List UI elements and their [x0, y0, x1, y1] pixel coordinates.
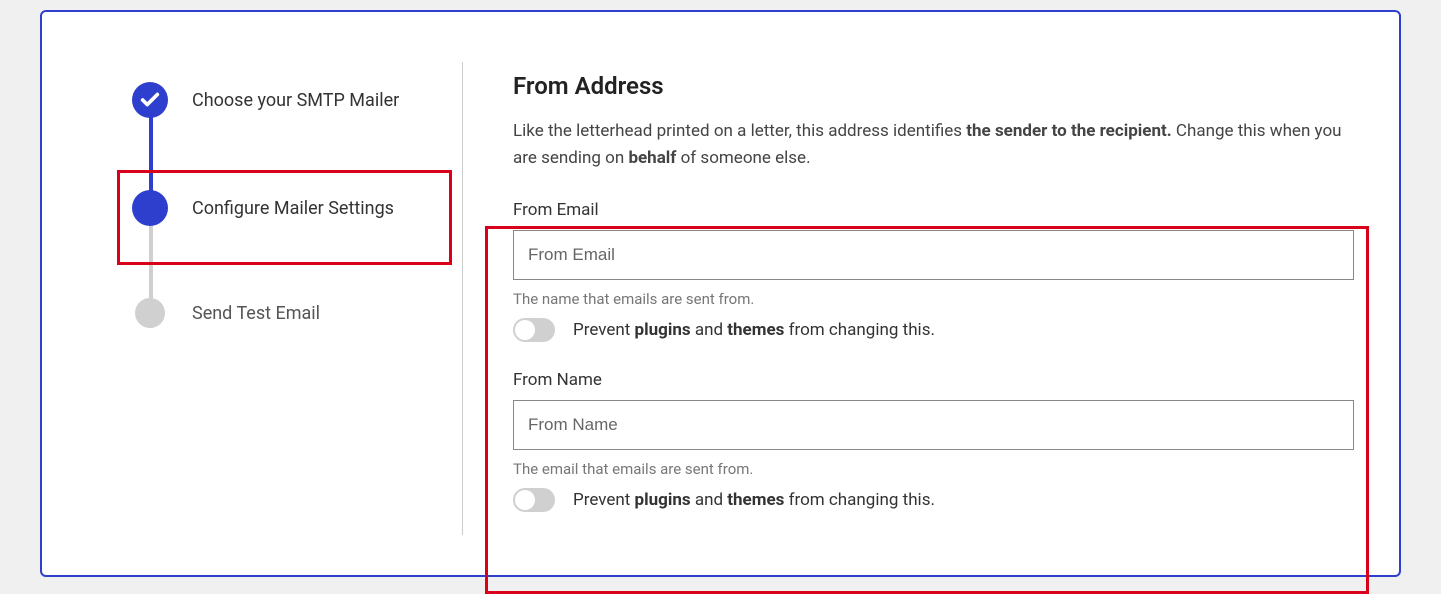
step-send-test[interactable]: Send Test Email — [132, 298, 462, 328]
from-email-group: From Email The name that emails are sent… — [513, 200, 1354, 342]
step-complete-icon — [132, 82, 168, 118]
step-label: Configure Mailer Settings — [192, 198, 394, 219]
toggle-knob — [515, 490, 535, 510]
from-name-help: The email that emails are sent from. — [513, 460, 1354, 478]
from-name-group: From Name The email that emails are sent… — [513, 370, 1354, 512]
step-configure-settings[interactable]: Configure Mailer Settings — [132, 190, 462, 226]
wizard-content: From Address Like the letterhead printed… — [463, 42, 1369, 555]
from-name-force-toggle[interactable] — [513, 488, 555, 512]
step-current-icon — [132, 190, 168, 226]
step-pending-icon — [135, 298, 165, 328]
wizard-sidebar: Choose your SMTP Mailer Configure Mailer… — [72, 42, 462, 555]
step-label: Send Test Email — [192, 303, 320, 324]
from-email-toggle-label: Prevent plugins and themes from changing… — [573, 320, 935, 340]
wizard-steps: Choose your SMTP Mailer Configure Mailer… — [132, 82, 462, 328]
from-email-input[interactable] — [513, 230, 1354, 280]
toggle-knob — [515, 320, 535, 340]
check-icon — [139, 89, 161, 111]
from-email-label: From Email — [513, 200, 1354, 220]
from-name-label: From Name — [513, 370, 1354, 390]
step-choose-mailer[interactable]: Choose your SMTP Mailer — [132, 82, 462, 118]
from-name-input[interactable] — [513, 400, 1354, 450]
from-name-toggle-row: Prevent plugins and themes from changing… — [513, 488, 1354, 512]
from-email-force-toggle[interactable] — [513, 318, 555, 342]
section-title: From Address — [513, 72, 1354, 100]
from-email-toggle-row: Prevent plugins and themes from changing… — [513, 318, 1354, 342]
from-name-toggle-label: Prevent plugins and themes from changing… — [573, 490, 935, 510]
section-description: Like the letterhead printed on a letter,… — [513, 118, 1354, 172]
wizard-panel: Choose your SMTP Mailer Configure Mailer… — [40, 10, 1401, 577]
from-email-help: The name that emails are sent from. — [513, 290, 1354, 308]
step-label: Choose your SMTP Mailer — [192, 90, 399, 111]
